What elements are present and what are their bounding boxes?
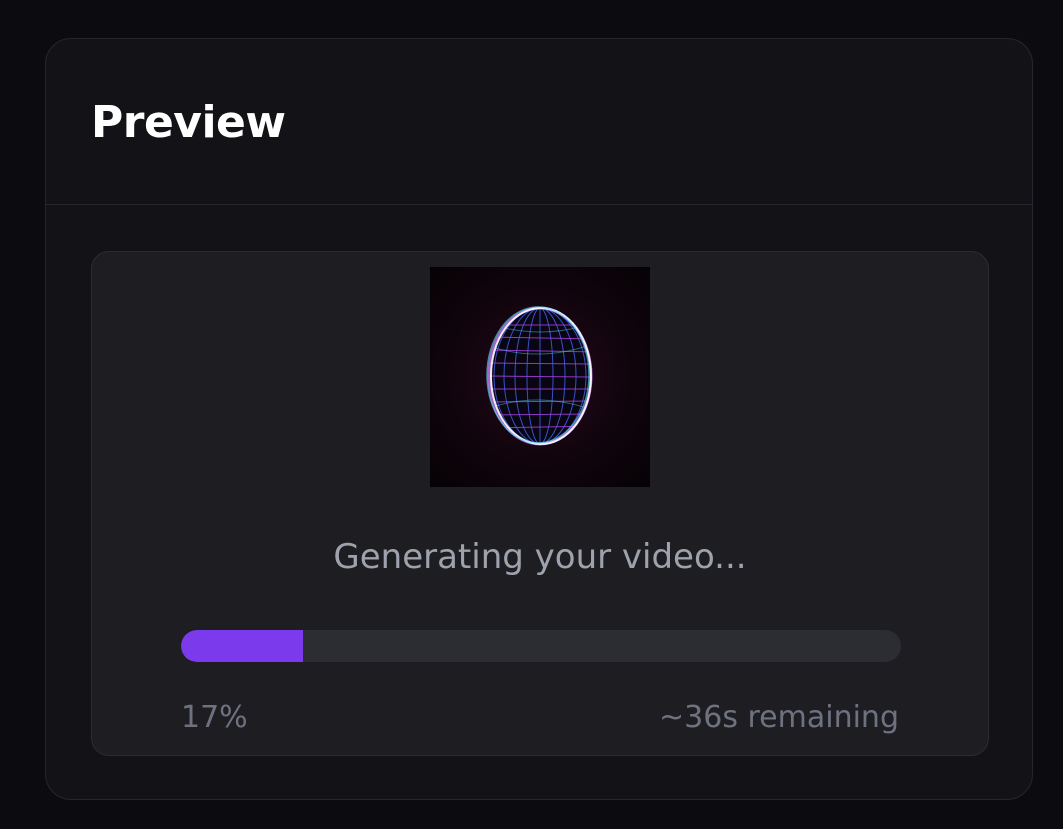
progress-bar-fill <box>181 630 304 662</box>
progress-percent: 17% <box>181 700 248 735</box>
preview-panel: Preview Generating your video... 17% ~36… <box>45 38 1033 800</box>
preview-card: Generating your video... 17% ~36s remain… <box>91 251 989 756</box>
generation-status-text: Generating your video... <box>333 537 747 577</box>
video-thumbnail <box>430 267 650 487</box>
progress-bar <box>181 630 901 662</box>
wireframe-orb-image <box>486 306 593 446</box>
panel-title: Preview <box>91 97 286 148</box>
panel-header: Preview <box>46 39 1032 205</box>
time-remaining: ~36s remaining <box>659 700 899 735</box>
